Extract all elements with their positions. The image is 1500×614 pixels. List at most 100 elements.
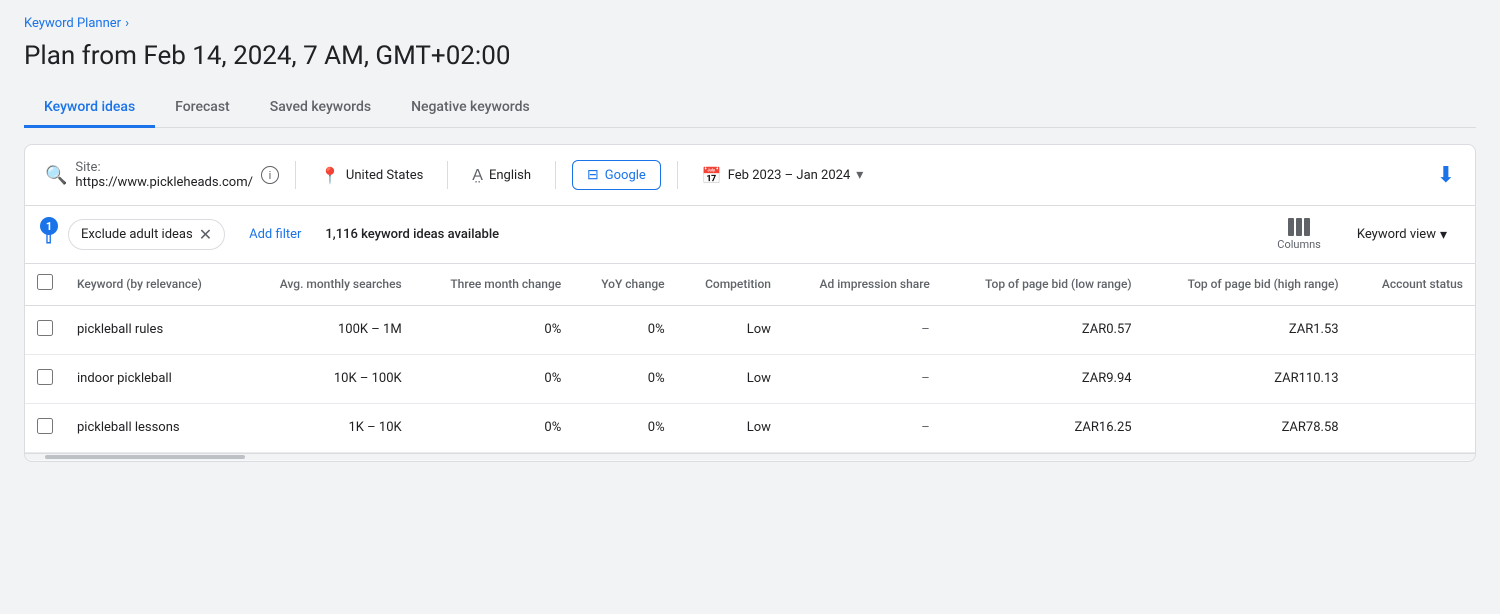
row-2-three-month: 0% bbox=[414, 354, 574, 403]
location-filter[interactable]: 📍 United States bbox=[312, 160, 431, 191]
th-competition[interactable]: Competition bbox=[677, 264, 783, 305]
location-label: United States bbox=[346, 168, 423, 183]
keyword-table: Keyword (by relevance) Avg. monthly sear… bbox=[25, 264, 1475, 453]
filter-bar: 🔍 Site: https://www.pickleheads.com/ i 📍… bbox=[25, 145, 1475, 206]
download-icon: ⬇ bbox=[1437, 163, 1455, 188]
columns-label: Columns bbox=[1277, 238, 1321, 251]
language-label: English bbox=[489, 168, 531, 183]
th-ad-impression[interactable]: Ad impression share bbox=[783, 264, 942, 305]
row-1-checkbox[interactable] bbox=[37, 320, 53, 336]
row-3-yoy: 0% bbox=[573, 403, 676, 452]
site-filter: 🔍 Site: https://www.pickleheads.com/ i bbox=[45, 160, 279, 190]
site-info-icon[interactable]: i bbox=[261, 166, 279, 184]
tab-keyword-ideas[interactable]: Keyword ideas bbox=[24, 89, 155, 128]
filter-badge: 1 bbox=[40, 217, 58, 235]
row-3-account-status bbox=[1351, 403, 1475, 452]
th-yoy[interactable]: YoY change bbox=[573, 264, 676, 305]
row-3-top-bid-low: ZAR16.25 bbox=[942, 403, 1144, 452]
table-row: pickleball rules 100K – 1M 0% 0% Low – Z… bbox=[25, 305, 1475, 354]
calendar-icon: 📅 bbox=[702, 166, 722, 185]
row-3-checkbox-cell bbox=[25, 403, 65, 452]
row-1-avg-monthly: 100K – 1M bbox=[241, 305, 414, 354]
row-1-yoy: 0% bbox=[573, 305, 676, 354]
chevron-down-icon: ▾ bbox=[856, 167, 863, 183]
download-button[interactable]: ⬇ bbox=[1437, 163, 1455, 188]
row-1-top-bid-low: ZAR0.57 bbox=[942, 305, 1144, 354]
row-2-checkbox-cell bbox=[25, 354, 65, 403]
filter-icon-button[interactable]: ⫿ 1 bbox=[45, 222, 52, 247]
keyword-view-chevron: ▾ bbox=[1440, 227, 1447, 243]
chip-close-icon[interactable]: ✕ bbox=[199, 225, 212, 244]
language-filter[interactable]: A̤ English bbox=[464, 159, 539, 191]
row-3-three-month: 0% bbox=[414, 403, 574, 452]
breadcrumb-chevron: › bbox=[125, 16, 129, 31]
language-icon: A̤ bbox=[472, 165, 483, 185]
row-1-keyword: pickleball rules bbox=[65, 305, 241, 354]
row-2-ad-impression: – bbox=[783, 354, 942, 403]
divider-4 bbox=[677, 161, 678, 189]
row-2-competition: Low bbox=[677, 354, 783, 403]
table-row: pickleball lessons 1K – 10K 0% 0% Low – … bbox=[25, 403, 1475, 452]
row-2-keyword: indoor pickleball bbox=[65, 354, 241, 403]
exclude-adult-chip[interactable]: Exclude adult ideas ✕ bbox=[68, 219, 225, 250]
tabs-bar: Keyword ideas Forecast Saved keywords Ne… bbox=[24, 89, 1476, 128]
date-range-button[interactable]: 📅 Feb 2023 – Jan 2024 ▾ bbox=[694, 160, 872, 191]
scroll-thumb[interactable] bbox=[45, 455, 245, 459]
th-top-bid-high[interactable]: Top of page bid (high range) bbox=[1144, 264, 1351, 305]
divider-2 bbox=[447, 161, 448, 189]
divider-1 bbox=[295, 161, 296, 189]
tab-forecast[interactable]: Forecast bbox=[155, 89, 250, 128]
row-1-competition: Low bbox=[677, 305, 783, 354]
row-2-top-bid-low: ZAR9.94 bbox=[942, 354, 1144, 403]
search-network-button[interactable]: ⊟ Google bbox=[572, 160, 661, 190]
row-2-checkbox[interactable] bbox=[37, 369, 53, 385]
row-1-ad-impression: – bbox=[783, 305, 942, 354]
ideas-count: 1,116 keyword ideas available bbox=[325, 227, 499, 242]
keyword-view-label: Keyword view bbox=[1357, 227, 1436, 242]
search-icon: 🔍 bbox=[45, 165, 67, 186]
th-account-status[interactable]: Account status bbox=[1351, 264, 1475, 305]
row-3-keyword: pickleball lessons bbox=[65, 403, 241, 452]
filter-row2: ⫿ 1 Exclude adult ideas ✕ Add filter 1,1… bbox=[25, 206, 1475, 264]
row-3-checkbox[interactable] bbox=[37, 418, 53, 434]
row-1-three-month: 0% bbox=[414, 305, 574, 354]
keyword-view-button[interactable]: Keyword view ▾ bbox=[1349, 222, 1455, 248]
th-avg-monthly[interactable]: Avg. monthly searches bbox=[241, 264, 414, 305]
columns-icon bbox=[1288, 218, 1310, 236]
page-title: Plan from Feb 14, 2024, 7 AM, GMT+02:00 bbox=[24, 41, 1476, 71]
row-3-avg-monthly: 1K – 10K bbox=[241, 403, 414, 452]
breadcrumb[interactable]: Keyword Planner › bbox=[24, 16, 1476, 31]
row-1-account-status bbox=[1351, 305, 1475, 354]
row-1-top-bid-high: ZAR1.53 bbox=[1144, 305, 1351, 354]
row-2-avg-monthly: 10K – 100K bbox=[241, 354, 414, 403]
exclude-adult-label: Exclude adult ideas bbox=[81, 227, 193, 242]
row-2-top-bid-high: ZAR110.13 bbox=[1144, 354, 1351, 403]
th-three-month[interactable]: Three month change bbox=[414, 264, 574, 305]
breadcrumb-label: Keyword Planner bbox=[24, 16, 121, 31]
row-2-yoy: 0% bbox=[573, 354, 676, 403]
table-header-row: Keyword (by relevance) Avg. monthly sear… bbox=[25, 264, 1475, 305]
divider-3 bbox=[555, 161, 556, 189]
columns-button[interactable]: Columns bbox=[1277, 218, 1321, 251]
checkbox-header bbox=[25, 264, 65, 305]
th-top-bid-low[interactable]: Top of page bid (low range) bbox=[942, 264, 1144, 305]
row-3-competition: Low bbox=[677, 403, 783, 452]
google-icon: ⊟ bbox=[587, 167, 599, 183]
search-network-label: Google bbox=[605, 168, 646, 183]
site-label: Site: bbox=[75, 160, 100, 175]
scroll-bar[interactable] bbox=[25, 453, 1475, 461]
row-3-top-bid-high: ZAR78.58 bbox=[1144, 403, 1351, 452]
th-keyword[interactable]: Keyword (by relevance) bbox=[65, 264, 241, 305]
row-1-checkbox-cell bbox=[25, 305, 65, 354]
tab-saved-keywords[interactable]: Saved keywords bbox=[250, 89, 391, 128]
table-row: indoor pickleball 10K – 100K 0% 0% Low –… bbox=[25, 354, 1475, 403]
row-3-ad-impression: – bbox=[783, 403, 942, 452]
tab-negative-keywords[interactable]: Negative keywords bbox=[391, 89, 550, 128]
add-filter-button[interactable]: Add filter bbox=[241, 222, 309, 247]
location-icon: 📍 bbox=[320, 166, 340, 185]
select-all-checkbox[interactable] bbox=[37, 274, 53, 290]
keyword-table-wrapper: Keyword (by relevance) Avg. monthly sear… bbox=[25, 264, 1475, 453]
main-card: 🔍 Site: https://www.pickleheads.com/ i 📍… bbox=[24, 144, 1476, 462]
date-range-label: Feb 2023 – Jan 2024 bbox=[728, 168, 851, 183]
site-url: https://www.pickleheads.com/ bbox=[75, 175, 253, 190]
